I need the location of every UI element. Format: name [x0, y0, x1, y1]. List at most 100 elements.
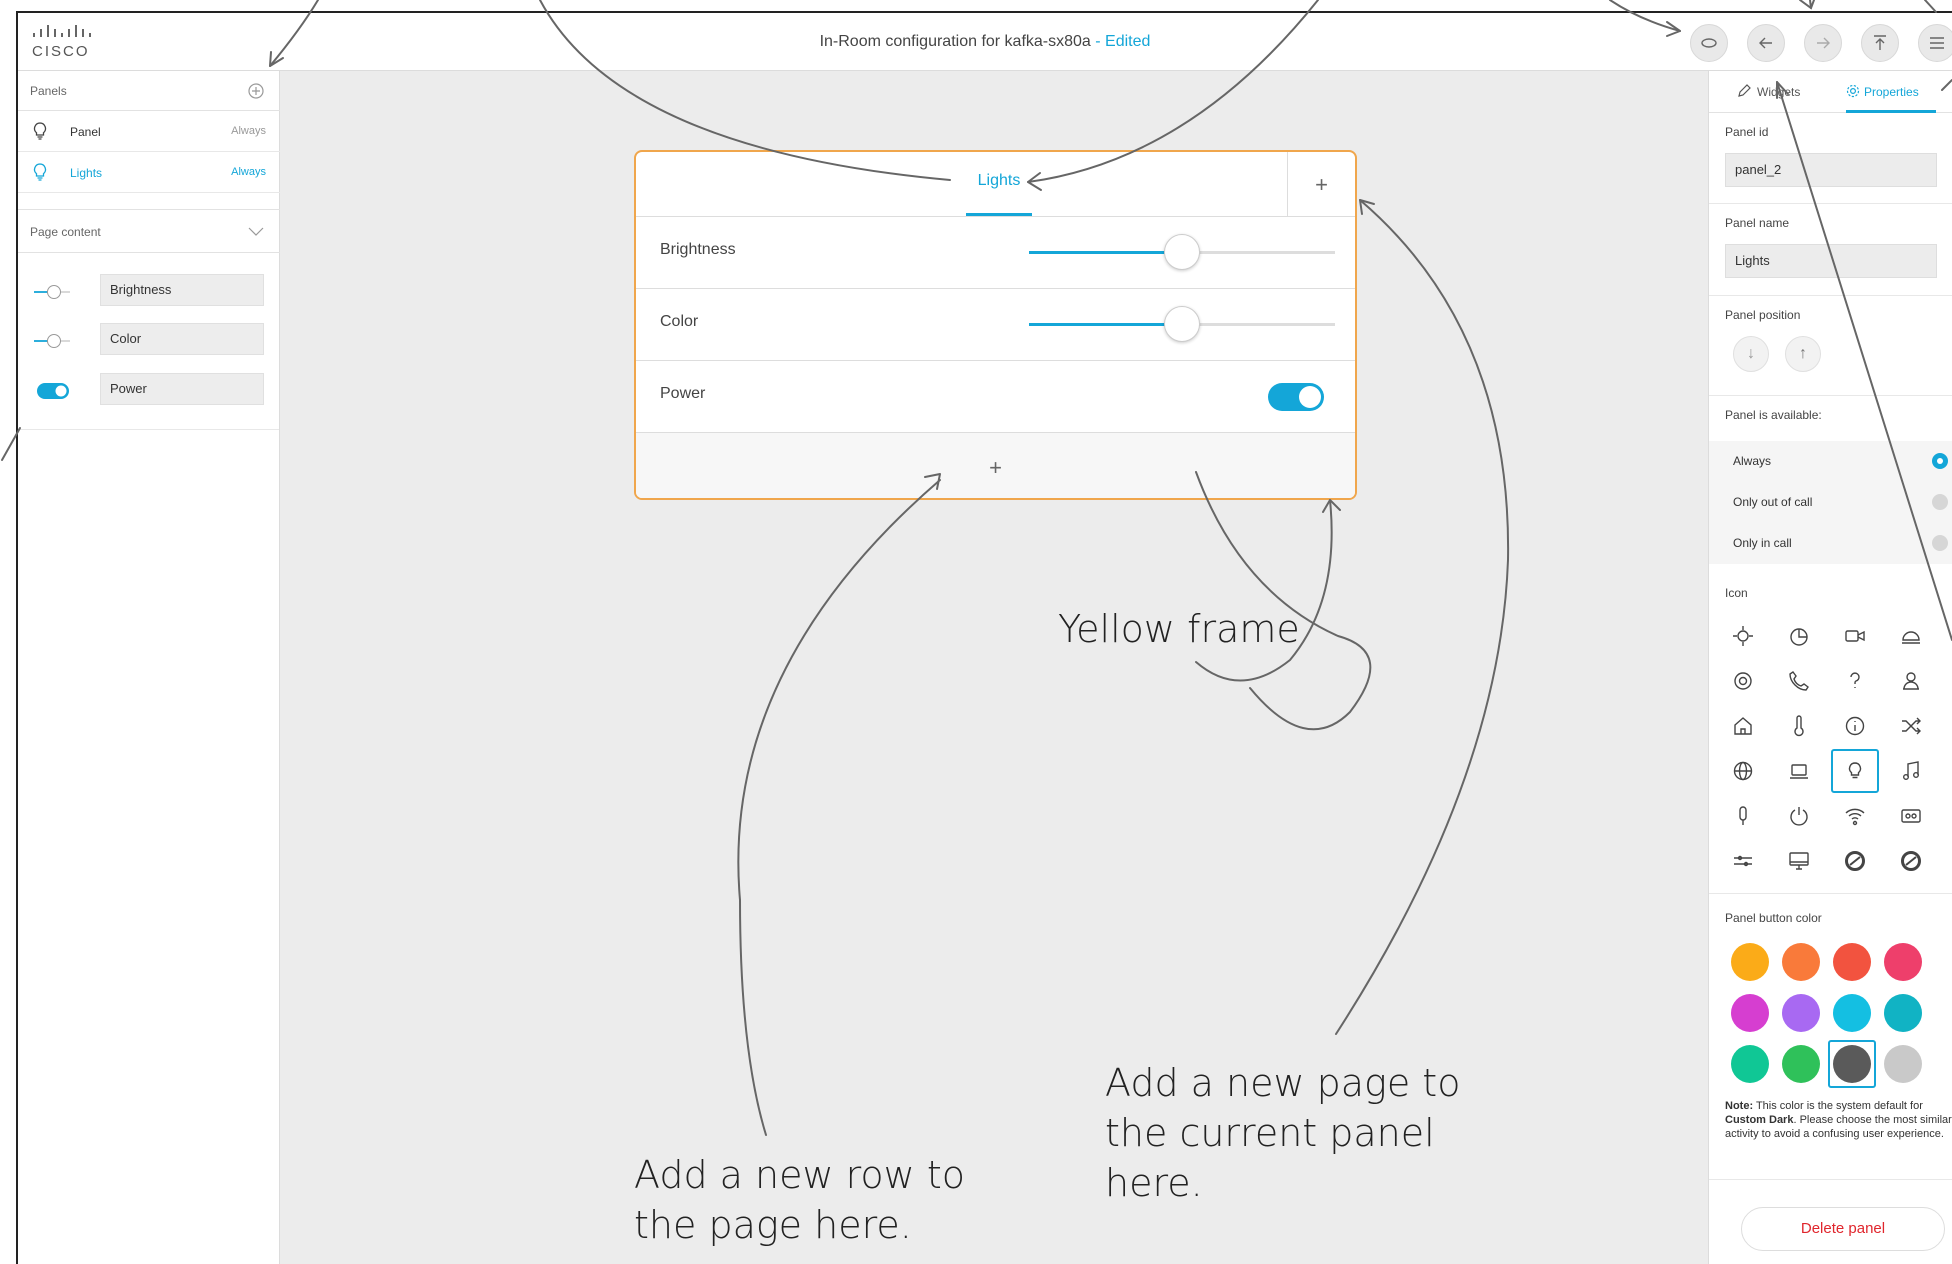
export-button[interactable] [1861, 24, 1899, 62]
preview-icon [1701, 38, 1717, 48]
lightbulb-icon[interactable] [1831, 749, 1879, 793]
availability-option-in-call[interactable]: Only in call [1709, 523, 1952, 564]
panel-list-item-lights[interactable]: Lights Always [18, 152, 280, 193]
properties-tab-bar: Widgets Properties [1709, 71, 1952, 113]
thermometer-icon[interactable] [1775, 704, 1823, 748]
color-swatch[interactable] [1884, 943, 1922, 981]
panel-availability: Always [231, 166, 266, 178]
power-icon[interactable] [1775, 794, 1823, 838]
divider [1709, 395, 1952, 396]
redo-button[interactable] [1804, 24, 1842, 62]
panel-id-label: Panel id [1725, 125, 1769, 139]
panel-button-color-label: Panel button color [1725, 911, 1822, 925]
widget-name-field[interactable]: Power [100, 373, 264, 405]
panel-id-field[interactable]: panel_2 [1725, 153, 1937, 187]
brightness-row: Brightness [636, 217, 1355, 289]
color-swatch[interactable] [1782, 943, 1820, 981]
active-tab-indicator [1846, 110, 1936, 113]
page-tab-lights[interactable]: Lights [966, 172, 1032, 190]
brightness-slider[interactable] [1029, 234, 1335, 270]
color-swatch[interactable] [1833, 994, 1871, 1032]
brightness-icon[interactable] [1719, 614, 1767, 658]
panel-name-field[interactable]: Lights [1725, 244, 1937, 278]
slider-thumb[interactable] [1164, 234, 1200, 270]
annotation-new-row: Add a new row to the page here. [634, 1153, 965, 1247]
panels-heading: Panels [30, 84, 67, 98]
slider-widget-icon [34, 285, 70, 299]
pencil-icon [1738, 84, 1751, 97]
color-slider[interactable] [1029, 306, 1335, 342]
gear-icon [1846, 84, 1860, 98]
widget-name-field[interactable]: Brightness [100, 274, 264, 306]
dome-light-icon[interactable] [1887, 614, 1935, 658]
timer-icon[interactable] [1775, 614, 1823, 658]
info-icon[interactable] [1831, 704, 1879, 748]
phone-icon[interactable] [1775, 659, 1823, 703]
window-title: In-Room configuration for kafka-sx80a - … [18, 33, 1952, 51]
page-content-header[interactable]: Page content [18, 209, 280, 253]
widget-name-field[interactable]: Color [100, 323, 264, 355]
power-toggle[interactable] [1268, 383, 1324, 411]
disc-icon[interactable] [1887, 839, 1935, 883]
add-page-button[interactable]: + [1287, 152, 1355, 217]
color-swatch[interactable] [1731, 943, 1769, 981]
color-swatch[interactable] [1731, 994, 1769, 1032]
microphone-icon[interactable] [1719, 794, 1767, 838]
panel-list-item-panel[interactable]: Panel Always [18, 111, 280, 152]
widget-list-item-color[interactable]: Color [18, 321, 280, 361]
divider [1709, 893, 1952, 894]
radio-button[interactable] [1932, 535, 1948, 551]
color-swatch[interactable] [1731, 1045, 1769, 1083]
slider-fill [1029, 323, 1182, 326]
widget-list-item-brightness[interactable]: Brightness [18, 272, 280, 312]
preview-button[interactable] [1690, 24, 1728, 62]
color-swatch[interactable] [1884, 994, 1922, 1032]
sliders-icon[interactable] [1719, 839, 1767, 883]
help-icon[interactable] [1831, 659, 1879, 703]
radio-button[interactable] [1932, 453, 1948, 469]
add-row-button[interactable]: + [636, 433, 1355, 498]
undo-icon [1759, 37, 1772, 49]
shuffle-icon[interactable] [1887, 704, 1935, 748]
monitor-icon[interactable] [1775, 839, 1823, 883]
laptop-icon[interactable] [1775, 749, 1823, 793]
tape-icon[interactable] [1887, 794, 1935, 838]
globe-icon[interactable] [1719, 749, 1767, 793]
active-tab-indicator [966, 213, 1032, 216]
add-panel-icon[interactable] [248, 83, 264, 99]
color-swatch[interactable] [1782, 1045, 1820, 1083]
toggle-widget-icon [37, 383, 69, 399]
right-sidebar: Widgets Properties Panel id panel_2 Pane… [1708, 71, 1952, 1264]
delete-panel-button[interactable]: Delete panel [1741, 1207, 1945, 1251]
availability-option-out-of-call[interactable]: Only out of call [1709, 482, 1952, 523]
menu-button[interactable] [1918, 24, 1952, 62]
concierge-icon[interactable] [1887, 659, 1935, 703]
tab-properties[interactable]: Properties [1846, 84, 1919, 99]
lightbulb-icon [33, 163, 47, 181]
disc-icon[interactable] [1831, 839, 1879, 883]
music-note-icon[interactable] [1887, 749, 1935, 793]
panel-preview-card: Lights + Brightness Color Power + [634, 150, 1357, 500]
app-window: CISCO In-Room configuration for kafka-sx… [16, 11, 1952, 1264]
annotation-yellow-frame: Yellow frame [1058, 607, 1300, 651]
home-icon[interactable] [1719, 704, 1767, 748]
divider [1709, 295, 1952, 296]
camera-icon[interactable] [1831, 614, 1879, 658]
undo-button[interactable] [1747, 24, 1785, 62]
target-icon[interactable] [1719, 659, 1767, 703]
radio-button[interactable] [1932, 494, 1948, 510]
slider-thumb[interactable] [1164, 306, 1200, 342]
move-up-button[interactable]: ↑ [1785, 336, 1821, 372]
color-swatch[interactable] [1782, 994, 1820, 1032]
color-swatch[interactable] [1884, 1045, 1922, 1083]
wifi-icon[interactable] [1831, 794, 1879, 838]
tab-widgets[interactable]: Widgets [1737, 84, 1800, 99]
screenshot-stage: CISCO In-Room configuration for kafka-sx… [0, 0, 1952, 1264]
color-swatch[interactable] [1833, 943, 1871, 981]
color-swatch[interactable] [1833, 1045, 1871, 1083]
widget-list-item-power[interactable]: Power [18, 371, 280, 411]
move-down-button[interactable]: ↓ [1733, 336, 1769, 372]
page-content-heading: Page content [30, 225, 101, 239]
note-label: Note: [1725, 1100, 1754, 1112]
availability-option-always[interactable]: Always [1709, 441, 1952, 482]
